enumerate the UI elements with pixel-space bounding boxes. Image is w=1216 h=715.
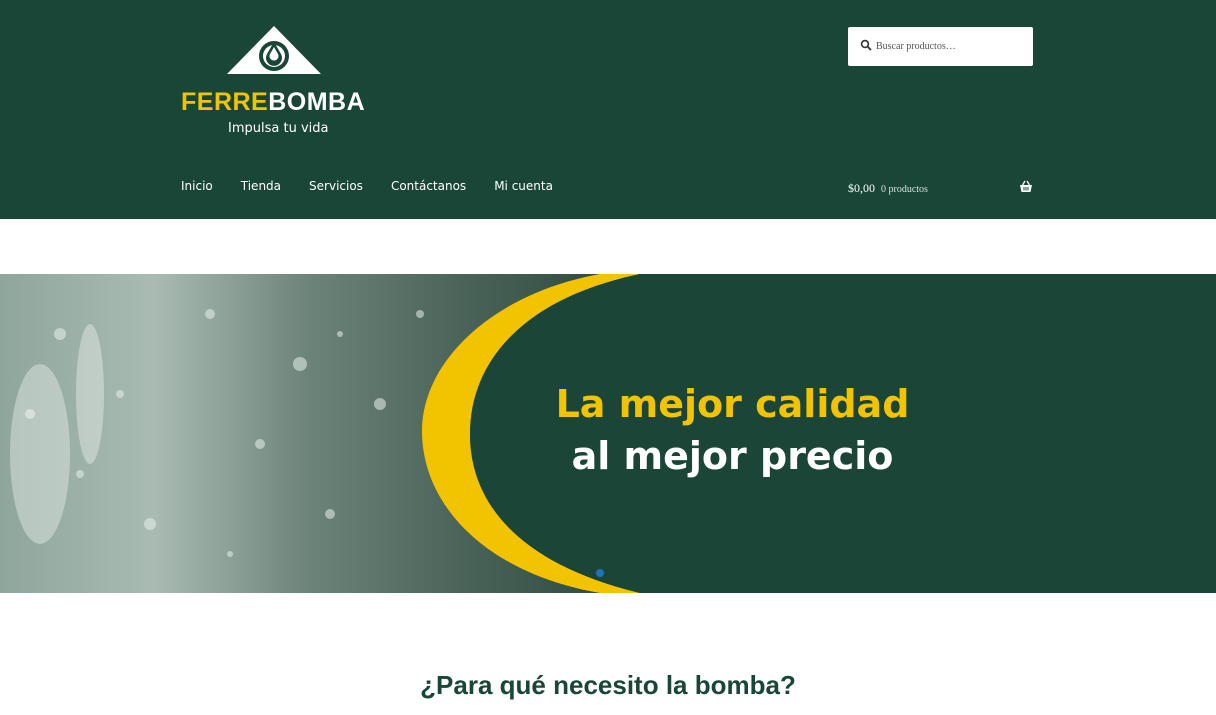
cart-link[interactable]: $0,00 0 productos [848, 179, 1033, 195]
slider-dot-1[interactable] [596, 569, 604, 577]
brand-tagline: Impulsa tu vida [228, 121, 329, 136]
nav-item-servicios[interactable]: Servicios [309, 178, 363, 198]
cart-count: 0 productos [881, 184, 928, 195]
hero-slider[interactable]: La mejor calidad al mejor precio [0, 274, 1216, 593]
brand-name-part2: BOMBA [268, 88, 366, 116]
site-logo[interactable]: FERREBOMBA Impulsa tu vida [181, 26, 371, 138]
nav-item-tienda[interactable]: Tienda [241, 178, 281, 198]
brand-name: FERREBOMBA [181, 88, 365, 116]
brand-name-part1: FERRE [181, 88, 269, 116]
water-drop-logo-icon [227, 26, 321, 74]
nav-item-mi-cuenta[interactable]: Mi cuenta [494, 178, 553, 198]
site-header: FERREBOMBA Impulsa tu vida Inicio Tienda… [0, 0, 1216, 219]
cart-amount: $0,00 [848, 181, 875, 195]
hero-headline-line2: al mejor precio [571, 434, 894, 478]
product-search [848, 27, 1033, 66]
nav-item-inicio[interactable]: Inicio [181, 178, 213, 198]
section-title: ¿Para qué necesito la bomba? [420, 670, 796, 700]
basket-icon [1020, 180, 1032, 192]
search-input[interactable] [876, 36, 1026, 56]
hero-headline-line1: La mejor calidad [555, 382, 910, 426]
nav-item-contactanos[interactable]: Contáctanos [391, 178, 466, 198]
search-icon[interactable] [860, 39, 872, 51]
primary-navigation: Inicio Tienda Servicios Contáctanos Mi c… [181, 178, 581, 198]
